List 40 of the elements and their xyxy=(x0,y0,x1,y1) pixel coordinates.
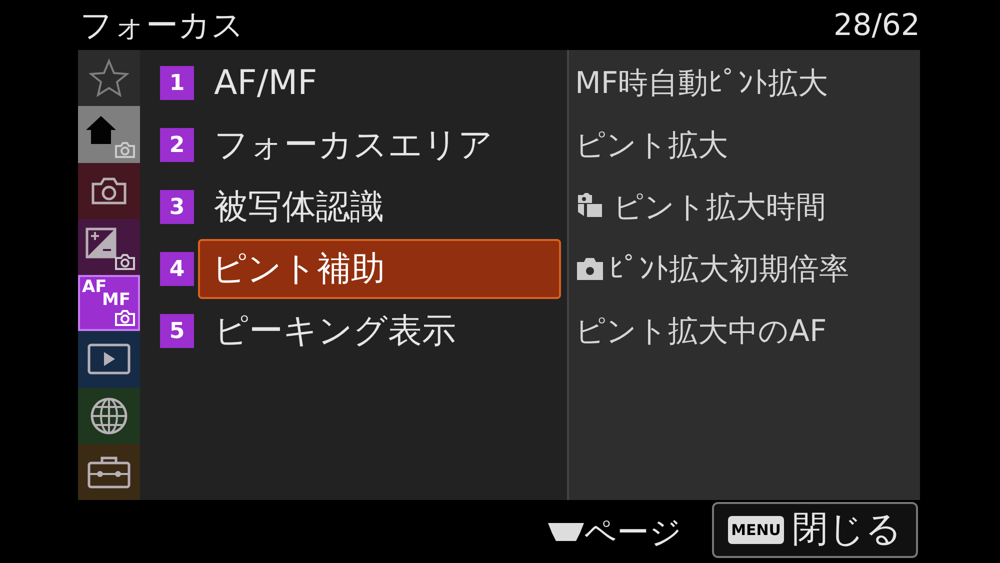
close-button[interactable]: MENU 閉じる xyxy=(712,502,918,558)
category-tab[interactable] xyxy=(78,162,140,219)
item-number: 4 xyxy=(160,252,194,286)
page-counter: 28/62 xyxy=(834,6,920,44)
category-tab[interactable]: AF MF xyxy=(78,275,140,332)
toolbox-icon xyxy=(87,454,131,489)
play-icon xyxy=(87,343,131,376)
submenu-item[interactable]: MF時自動ﾋﾟﾝﾄ拡大 xyxy=(575,60,828,106)
category-tab[interactable] xyxy=(78,388,140,444)
menu-key: MENU xyxy=(728,516,784,544)
menu-item[interactable]: 被写体認識 xyxy=(206,177,561,237)
exposure-icon xyxy=(85,226,117,259)
submenu-item[interactable]: ピント拡大時間 xyxy=(613,184,826,230)
camera-icon xyxy=(114,253,136,271)
camera-icon xyxy=(114,140,136,158)
item-number: 2 xyxy=(160,128,194,162)
item-number: 1 xyxy=(160,66,194,100)
menu-item[interactable]: ピーキング表示 xyxy=(206,301,561,361)
submenu-item[interactable]: ピント拡大 xyxy=(575,122,728,168)
camera-icon xyxy=(90,176,128,206)
menu-item[interactable]: フォーカスエリア xyxy=(206,115,561,175)
menu-title: フォーカス xyxy=(80,5,244,46)
mf-label: MF xyxy=(102,292,131,309)
category-tab[interactable] xyxy=(78,106,140,162)
menu-item[interactable]: ピント補助 xyxy=(198,239,561,299)
submenu-item[interactable]: ピント拡大中のAF xyxy=(575,308,827,354)
home-icon xyxy=(84,114,118,146)
category-tab[interactable] xyxy=(78,444,140,500)
category-tab[interactable] xyxy=(78,218,140,275)
camera-icon xyxy=(114,309,136,328)
item-number: 5 xyxy=(160,314,194,348)
menu-item[interactable]: AF/MF xyxy=(206,53,561,113)
globe-icon xyxy=(89,396,129,436)
dial-icon xyxy=(548,520,584,542)
page-hint: ページ xyxy=(584,512,682,552)
item-number: 3 xyxy=(160,190,194,224)
category-tab[interactable] xyxy=(78,331,140,388)
camera-icon xyxy=(575,256,605,282)
star-icon xyxy=(89,58,129,98)
submenu-item[interactable]: ﾋﾟﾝﾄ拡大初期倍率 xyxy=(609,246,849,292)
